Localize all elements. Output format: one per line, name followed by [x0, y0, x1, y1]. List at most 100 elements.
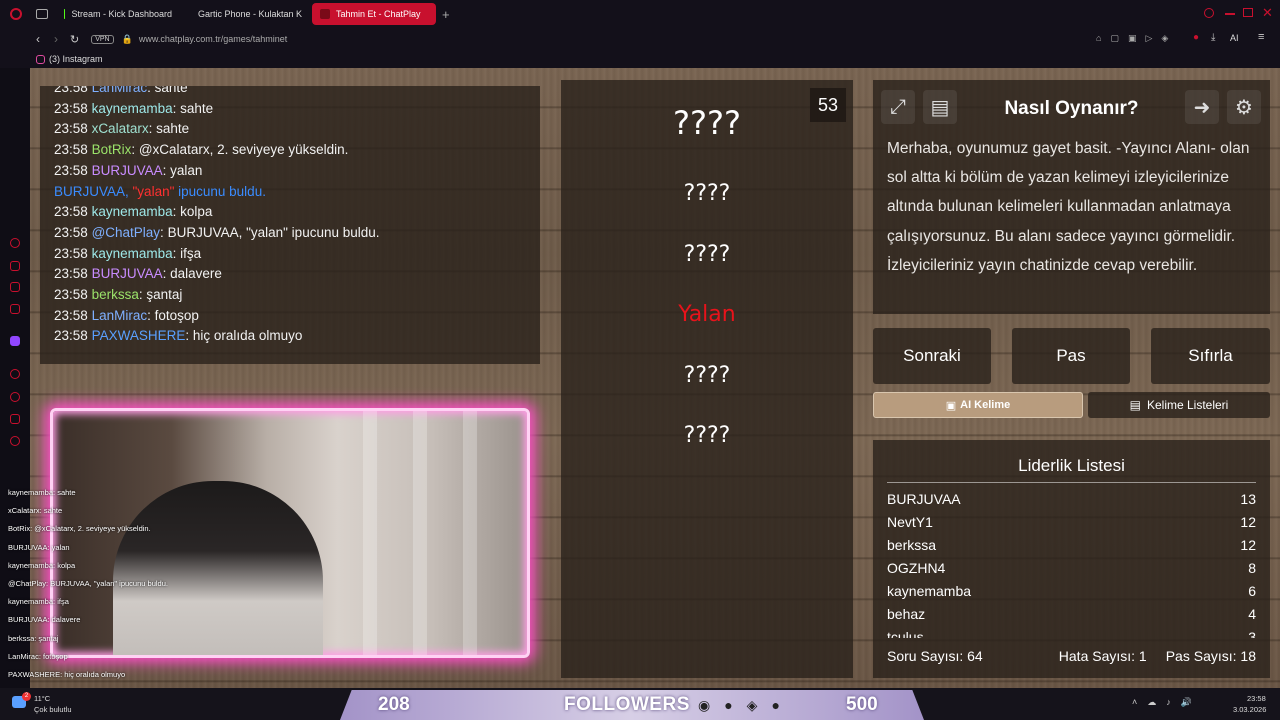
- tab-word-lists[interactable]: ▤ Kelime Listeleri: [1088, 392, 1270, 418]
- new-tab-button[interactable]: +: [442, 7, 450, 22]
- tray-icons[interactable]: ˄☁♪🔊: [1132, 697, 1202, 708]
- game-stats: Soru Sayısı: 64 Hata Sayısı: 1 Pas Sayıs…: [887, 648, 1256, 664]
- sidebar-messenger-icon[interactable]: [10, 282, 20, 292]
- tab-gartic-phone[interactable]: Gartic Phone - Kulaktan K: [184, 3, 308, 25]
- browser-tab-bar: Stream - Kick Dashboard Gartic Phone - K…: [0, 0, 1280, 28]
- overlay-chat-line: PAXWASHERE: hiç oralıda olmuyo: [8, 669, 126, 679]
- vpn-badge[interactable]: VPN: [91, 34, 114, 44]
- sidebar-twitch-icon[interactable]: [10, 336, 20, 346]
- leaderboard-row: OGZHN4 8: [887, 560, 1256, 576]
- menu-icon[interactable]: ≡: [1258, 31, 1264, 43]
- robot-icon: ▣: [945, 399, 957, 412]
- pass-button[interactable]: Pas: [1012, 328, 1130, 384]
- chatplay-icon: [320, 9, 330, 19]
- close-window-button[interactable]: ✕: [1262, 5, 1273, 21]
- chat-line: 23:58 BotRix: @xCalatarx, 2. seviyeye yü…: [54, 142, 349, 158]
- gear-icon[interactable]: ⚙: [1227, 90, 1261, 124]
- chat-line: 23:58 LanMirac: fotoşop: [54, 307, 199, 323]
- leaderboard-row: behaz 4: [887, 606, 1256, 622]
- overlay-chat-line: kaynemamba: ifşa: [8, 597, 69, 607]
- error-count: Hata Sayısı: 1: [1058, 648, 1147, 664]
- chat-line: 23:58 BURJUVAA: yalan: [54, 162, 203, 178]
- sidebar-player-icon[interactable]: [10, 369, 20, 379]
- url-field[interactable]: www.chatplay.com.tr/games/tahminet: [139, 34, 287, 44]
- bookmark-instagram[interactable]: (3) Instagram: [49, 54, 103, 64]
- minimize-button[interactable]: [1225, 13, 1235, 15]
- tab-menu-icon[interactable]: [36, 9, 48, 19]
- chat-line: 23:58 berkssa: şantaj: [54, 287, 183, 303]
- chat-system-line: BURJUVAA, "yalan" ipucunu buldu.: [54, 183, 266, 199]
- how-to-play-text: Merhaba, oyunumuz gayet basit. -Yayıncı …: [887, 140, 1250, 274]
- overlay-chat-line: @ChatPlay: BURJUVAA, "yalan" ipucunu bul…: [8, 578, 168, 588]
- chat-line: 23:58 kaynemamba: sahte: [54, 100, 214, 116]
- reset-button[interactable]: Sıfırla: [1151, 328, 1270, 384]
- curtain-fold: [463, 411, 477, 655]
- leaderboard-list[interactable]: BURJUVAA 13 NevtY1 12 berkssa 12 OGZHN4 8 ka…: [887, 488, 1256, 638]
- word-panel: ???? ???? ???? Yalan ???? ????: [561, 80, 853, 678]
- weather-temp: 11°C: [34, 694, 51, 703]
- chat-line: 23:58 LanMirac: sahte: [54, 86, 188, 95]
- leaderboard-row: BURJUVAA 13: [887, 491, 1256, 507]
- hint-word: ????: [683, 242, 731, 267]
- overlay-chat-line: BotRix: @xCalatarx, 2. seviyeye yükseldi…: [8, 524, 151, 534]
- countdown-timer: 53: [810, 88, 846, 122]
- maximize-button[interactable]: [1243, 8, 1253, 17]
- game-area: 23:58 LanMirac: sahte 23:58 kaynemamba: …: [30, 68, 1280, 688]
- weather-desc: Çok bulutlu: [34, 705, 72, 714]
- leaderboard-title: Liderlik Listesi: [1018, 456, 1125, 475]
- back-icon[interactable]: ‹: [36, 32, 40, 46]
- hint-word: ????: [683, 181, 731, 206]
- sidebar-aria-icon[interactable]: [10, 238, 20, 248]
- leaderboard-panel: Liderlik Listesi BURJUVAA 13 NevtY1 12 ber…: [873, 440, 1270, 678]
- leaderboard-row: tculus 3: [887, 629, 1256, 638]
- leaderboard-row: berkssa 12: [887, 537, 1256, 553]
- sidebar-mail-icon[interactable]: [10, 304, 20, 314]
- chat-line: 23:58 xCalatarx: sahte: [54, 121, 190, 137]
- clock-date[interactable]: 3.03.2026: [1233, 705, 1266, 714]
- forward-icon[interactable]: ›: [54, 32, 58, 46]
- stream-overlay-chat: kaynemamba: sahte xCalatarx: sahte BotRi…: [8, 488, 208, 688]
- search-tabs-icon[interactable]: [1204, 8, 1214, 18]
- tab-ai-word[interactable]: ▣ AI Kelime: [873, 392, 1083, 418]
- list-icon: ▤: [1129, 398, 1141, 412]
- sidebar-bag-icon[interactable]: [10, 261, 20, 271]
- overlay-chat-line: BURJUVAA: dalavere: [8, 615, 81, 625]
- profile-icon[interactable]: ●: [1193, 32, 1199, 43]
- leaderboard-row: kaynemamba 6: [887, 583, 1256, 599]
- reload-icon[interactable]: ↻: [70, 33, 79, 46]
- curtain-fold: [413, 411, 427, 655]
- question-count: Soru Sayısı: 64: [887, 648, 983, 664]
- opera-logo-icon[interactable]: [10, 8, 22, 20]
- lock-icon: 🔒: [121, 33, 133, 44]
- divider: [887, 482, 1256, 483]
- ai-button[interactable]: AI: [1230, 33, 1239, 43]
- chat-panel: 23:58 LanMirac: sahte 23:58 kaynemamba: …: [40, 86, 540, 364]
- download-icon[interactable]: ⤓: [1211, 32, 1215, 43]
- overlay-chat-line: xCalatarx: sahte: [8, 506, 63, 516]
- extension-icons[interactable]: ⌂▢▣▷◈: [1096, 33, 1177, 44]
- curtain-fold: [363, 411, 377, 655]
- sidebar-history-icon[interactable]: [10, 392, 20, 402]
- chat-line: 23:58 PAXWASHERE: hiç oralıda olmuyo: [54, 328, 303, 344]
- how-to-play-panel: ⤢ ▤ Nasıl Oynanır? ➜ ⚙ Merhaba, oyunumuz…: [873, 80, 1270, 314]
- instagram-icon: [36, 54, 45, 64]
- overlay-chat-line: BURJUVAA: yalan: [8, 542, 70, 552]
- address-bar-row: ‹ › ↻ VPN 🔒 www.chatplay.com.tr/games/ta…: [0, 28, 1280, 50]
- tab-chatplay[interactable]: Tahmin Et - ChatPlay: [312, 3, 436, 25]
- overlay-chat-line: kaynemamba: sahte: [8, 488, 76, 497]
- clock-time[interactable]: 23:58: [1247, 694, 1266, 703]
- sidebar-pin-icon[interactable]: [10, 414, 20, 424]
- leaderboard-row: NevtY1 12: [887, 514, 1256, 530]
- taskbar-app-icons[interactable]: ◉●◈●: [698, 697, 794, 714]
- next-button[interactable]: Sonraki: [873, 328, 991, 384]
- overlay-chat-line: kaynemamba: kolpa: [8, 560, 76, 570]
- exit-icon[interactable]: ➜: [1185, 90, 1219, 124]
- tab-kick-dashboard[interactable]: Stream - Kick Dashboard: [56, 3, 180, 25]
- notification-badge: 2: [22, 692, 31, 701]
- followers-goal: 500: [846, 694, 878, 715]
- sidebar-settings-icon[interactable]: [10, 436, 20, 446]
- hint-word: ????: [683, 423, 731, 448]
- chat-line: 23:58 kaynemamba: kolpa: [54, 204, 213, 220]
- overlay-chat-line: berkssa: şantaj: [8, 633, 59, 643]
- chat-line: 23:58 BURJUVAA: dalavere: [54, 266, 222, 282]
